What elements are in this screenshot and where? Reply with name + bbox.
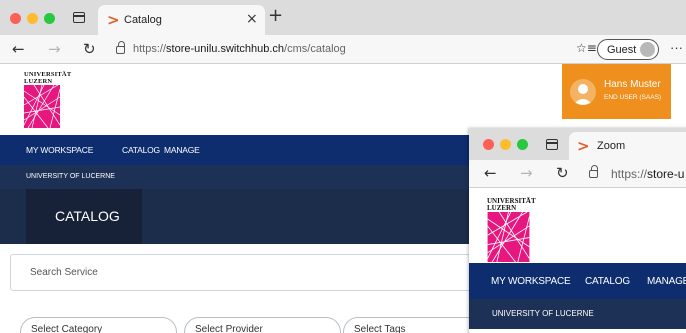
url-host: store-unilu.switchhub.ch [166, 43, 285, 55]
search-placeholder: Search Service [30, 267, 98, 278]
tab-bar: > Catalog × + [0, 0, 686, 35]
zoom-zoom-window-button[interactable] [517, 139, 528, 150]
lock-icon[interactable] [116, 41, 125, 54]
url-prefix: https:// [133, 43, 167, 55]
zoom-tab[interactable]: > Zoom [569, 132, 686, 160]
user-name: Hans Muster [604, 79, 661, 90]
zoom-logo-line-2: LUZERN [487, 204, 517, 212]
provider-select[interactable]: Select Provider [184, 317, 341, 333]
user-menu[interactable]: Hans Muster END USER (SAAS) [562, 64, 671, 119]
zoom-url-prefix: https:// [611, 167, 648, 181]
forward-button[interactable]: → [48, 40, 61, 58]
zoom-reload-button[interactable]: ↻ [556, 164, 569, 182]
search-input[interactable]: Search Service [10, 254, 488, 291]
category-select-label: Select Category [31, 324, 103, 333]
favorites-icon[interactable]: ☆≡ [576, 41, 597, 55]
zoom-university-logo[interactable]: UNIVERSITÄT LUZERN [487, 198, 536, 267]
nav-my-workspace[interactable]: MY WORKSPACE [26, 145, 93, 155]
zoom-logo-pattern-icon [487, 211, 530, 263]
user-avatar-icon [570, 79, 596, 105]
reload-button[interactable]: ↻ [83, 40, 96, 58]
zoom-minimize-window-button[interactable] [500, 139, 511, 150]
zoom-address-bar: ← → ↻ https://store-u [469, 160, 686, 188]
zoom-forward-button[interactable]: → [520, 164, 533, 182]
url-path: /cms/catalog [284, 43, 346, 55]
zoom-window: > Zoom ← → ↻ https://store-u UNIVERSITÄT… [469, 128, 686, 333]
logo-line-2: LUZERN [24, 77, 53, 85]
user-role: END USER (SAAS) [604, 94, 662, 101]
nav-manage[interactable]: MANAGE [164, 145, 200, 155]
profile-label: Guest [607, 44, 637, 56]
profile-button[interactable]: Guest [597, 39, 659, 60]
zoom-window-button[interactable] [44, 13, 55, 24]
address-bar: ← → ↻ https://store-unilu.switchhub.ch/c… [0, 35, 686, 64]
zoom-tab-title: Zoom [597, 140, 626, 152]
zoom-tab-bar: > Zoom [469, 128, 686, 160]
org-name[interactable]: UNIVERSITY OF LUCERNE [26, 173, 115, 180]
tab-actions-icon[interactable] [73, 12, 85, 23]
zoom-back-button[interactable]: ← [484, 164, 497, 182]
zoom-nav-my-workspace[interactable]: MY WORKSPACE [491, 276, 571, 287]
provider-select-label: Select Provider [195, 324, 263, 333]
tab-catalog[interactable]: > Catalog × [98, 5, 265, 35]
nav-catalog[interactable]: CATALOG [122, 145, 160, 155]
zoom-favicon-icon: > [577, 137, 590, 155]
browser-window: > Catalog × + ← → ↻ https://store-unilu.… [0, 0, 686, 333]
close-window-button[interactable] [10, 13, 21, 24]
tags-select-label: Select Tags [354, 324, 406, 333]
logo-pattern-icon [24, 85, 60, 128]
zoom-nav-manage[interactable]: MANAGE [647, 276, 686, 287]
zoom-main-nav: MY WORKSPACE CATALOG MANAGE [469, 263, 686, 299]
university-logo[interactable]: UNIVERSITÄT LUZERN [24, 71, 71, 128]
zoom-url-field[interactable]: https://store-u [611, 167, 684, 181]
switchhub-favicon-icon: > [107, 11, 120, 29]
zoom-lock-icon[interactable] [589, 165, 598, 178]
zoom-tab-actions-icon[interactable] [546, 139, 558, 150]
zoom-org-bar: UNIVERSITY OF LUCERNE [469, 299, 686, 329]
back-button[interactable]: ← [12, 40, 25, 58]
tab-close-icon[interactable]: × [246, 11, 258, 27]
zoom-close-window-button[interactable] [483, 139, 494, 150]
zoom-org-name[interactable]: UNIVERSITY OF LUCERNE [492, 309, 594, 318]
category-select[interactable]: Select Category [20, 317, 177, 333]
minimize-window-button[interactable] [27, 13, 38, 24]
page-title: CATALOG [55, 208, 120, 224]
url-field[interactable]: https://store-unilu.switchhub.ch/cms/cat… [133, 43, 346, 55]
more-menu-icon[interactable]: ··· [670, 40, 683, 55]
tab-title: Catalog [124, 14, 162, 26]
guest-avatar-icon [640, 42, 655, 57]
zoom-nav-catalog[interactable]: CATALOG [585, 276, 630, 287]
zoom-url-host: store-u [647, 167, 685, 181]
new-tab-button[interactable]: + [268, 5, 283, 26]
page-title-box: CATALOG [26, 189, 142, 244]
